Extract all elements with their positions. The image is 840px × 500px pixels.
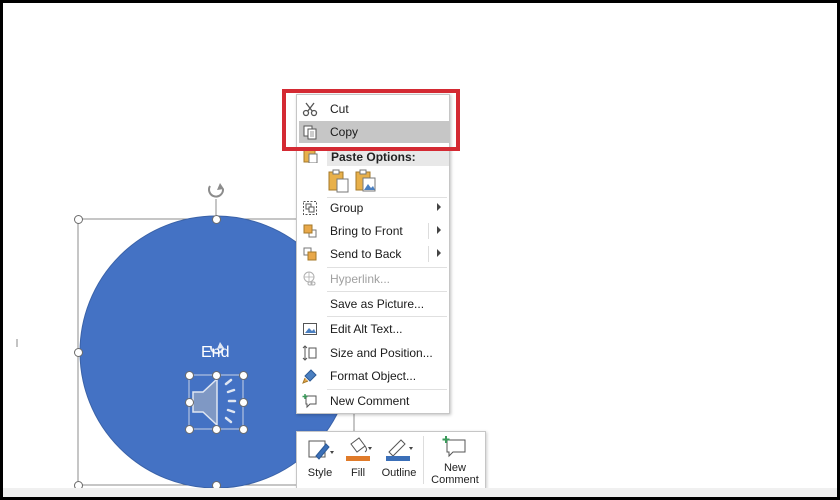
slide-canvas[interactable]: End Cut Copy Paste Options: Group Bring …: [3, 3, 837, 488]
outline-button[interactable]: Outline: [379, 432, 419, 488]
menu-item-cut[interactable]: Cut: [297, 98, 449, 120]
submenu-arrow-icon: [437, 203, 441, 211]
resize-handle-top[interactable]: [212, 215, 221, 224]
menu-item-save-as-picture[interactable]: Save as Picture...: [297, 293, 449, 315]
menu-separator: [327, 291, 447, 292]
new-comment-icon: [302, 394, 317, 409]
menu-separator: [327, 316, 447, 317]
copy-icon: [303, 125, 317, 140]
audio-handle-top-left[interactable]: [185, 371, 194, 380]
alt-text-icon: [303, 323, 317, 335]
send-to-back-icon: [303, 247, 317, 261]
audio-handle-top-right[interactable]: [239, 371, 248, 380]
menu-item-group[interactable]: Group: [297, 197, 449, 219]
mini-toolbar: Style Fill Outline New Comment: [296, 431, 486, 488]
paste-keep-format-icon[interactable]: [328, 169, 350, 193]
audio-handle-bottom[interactable]: [212, 425, 221, 434]
menu-item-send-to-back[interactable]: Send to Back: [297, 243, 449, 265]
shape-text-label: End: [201, 344, 230, 361]
resize-handle-bottom[interactable]: [212, 481, 221, 488]
menu-item-hyperlink[interactable]: Hyperlink...: [297, 268, 449, 290]
paste-as-picture-icon[interactable]: [355, 169, 377, 193]
menu-item-bring-to-front[interactable]: Bring to Front: [297, 220, 449, 242]
size-position-icon: [302, 345, 317, 361]
format-brush-icon: [302, 369, 317, 384]
resize-handle-top-left[interactable]: [74, 215, 83, 224]
menu-item-size-and-position[interactable]: Size and Position...: [297, 342, 449, 364]
bring-to-front-icon: [303, 224, 317, 238]
audio-handle-bottom-left[interactable]: [185, 425, 194, 434]
audio-handle-left[interactable]: [185, 398, 194, 407]
scissors-icon: [302, 102, 318, 117]
style-button[interactable]: Style: [303, 432, 337, 488]
shape-outline-icon: [386, 439, 413, 461]
paint-bucket-icon: [346, 437, 372, 461]
comment-plus-icon: [442, 436, 466, 458]
status-strip: [3, 488, 837, 497]
submenu-arrow-icon: [437, 249, 441, 257]
resize-handle-left[interactable]: [74, 348, 83, 357]
audio-handle-bottom-right[interactable]: [239, 425, 248, 434]
audio-handle-right[interactable]: [239, 398, 248, 407]
submenu-arrow-icon: [437, 226, 441, 234]
resize-handle-bottom-left[interactable]: [74, 481, 83, 488]
paste-clipboard-icon: [303, 147, 318, 163]
fill-button[interactable]: Fill: [341, 432, 375, 488]
menu-item-copy[interactable]: Copy: [299, 121, 449, 143]
shape-style-icon: [308, 440, 334, 460]
toolbar-divider: [423, 436, 424, 484]
context-menu: Cut Copy Paste Options: Group Bring to F…: [296, 94, 450, 414]
menu-item-edit-alt-text[interactable]: Edit Alt Text...: [297, 318, 449, 340]
paste-options-header: Paste Options:: [327, 148, 449, 166]
group-icon: [303, 201, 317, 215]
audio-handle-top[interactable]: [212, 371, 221, 380]
hyperlink-icon: [303, 271, 316, 286]
new-comment-toolbar-button[interactable]: New Comment: [427, 432, 483, 488]
menu-item-new-comment[interactable]: New Comment: [297, 390, 449, 412]
rotate-handle-icon: [208, 183, 224, 198]
menu-item-format-object[interactable]: Format Object...: [297, 365, 449, 387]
